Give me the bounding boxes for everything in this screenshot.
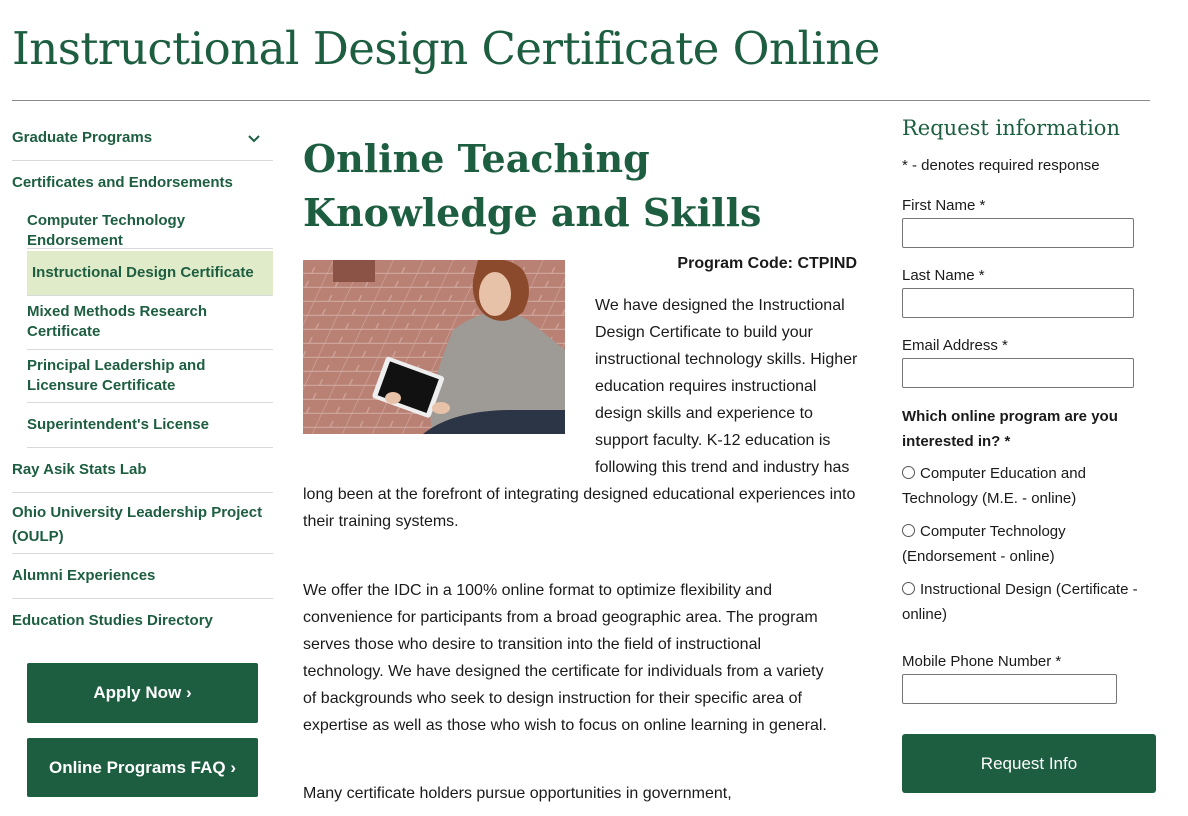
sidebar-item-oulp[interactable]: Ohio University Leadership Project (OULP… <box>12 493 273 554</box>
last-name-label: Last Name * <box>902 267 985 284</box>
last-name-field[interactable] <box>902 288 1134 318</box>
sidebar-item-graduate-programs[interactable]: Graduate Programs <box>12 116 273 161</box>
chevron-down-icon[interactable] <box>245 129 263 147</box>
phone-field[interactable] <box>902 674 1117 704</box>
radio-button[interactable] <box>902 466 915 479</box>
main-heading: Online Teaching Knowledge and Skills <box>303 136 762 235</box>
sidebar-item-instructional-design[interactable]: Instructional Design Certificate <box>27 251 273 296</box>
first-name-field[interactable] <box>902 218 1134 248</box>
sidebar-item-label: Instructional Design Certificate <box>32 264 254 281</box>
sidebar-item-label: Education Studies Directory <box>12 612 213 629</box>
option-label: Instructional Design (Certificate - onli… <box>902 581 1138 623</box>
sidebar-item-label: Graduate Programs <box>12 129 153 146</box>
program-question: Which online program are you interested … <box>902 408 1118 450</box>
sidebar-item-label: Principal Leadership and Licensure Certi… <box>27 357 206 394</box>
first-name-label: First Name * <box>902 197 986 214</box>
sidebar-nav: Graduate Programs Certificates and Endor… <box>12 116 273 644</box>
title-divider <box>12 100 1150 101</box>
form-title: Request information <box>902 116 1120 140</box>
sidebar-item-certificates[interactable]: Certificates and Endorsements <box>12 161 273 205</box>
sidebar-item-stats-lab[interactable]: Ray Asik Stats Lab <box>12 448 273 493</box>
program-option-computer-technology[interactable]: Computer Technology (Endorsement - onlin… <box>902 519 1142 569</box>
sidebar-item-label: Alumni Experiences <box>12 567 156 584</box>
phone-label: Mobile Phone Number * <box>902 653 1062 670</box>
sidebar-item-label: Superintendent's License <box>27 416 209 433</box>
sidebar-item-mixed-methods[interactable]: Mixed Methods Research Certificate <box>27 296 273 350</box>
email-label: Email Address * <box>902 337 1008 354</box>
radio-button[interactable] <box>902 524 915 537</box>
sidebar-item-label: Ohio University Leadership Project (OULP… <box>12 504 263 545</box>
page-title: Instructional Design Certificate Online <box>12 22 880 75</box>
paragraph-format: We offer the IDC in a 100% online format… <box>303 582 827 734</box>
paragraph-careers: Many certificate holders pursue opportun… <box>303 785 732 802</box>
sidebar-item-label: Mixed Methods Research Certificate <box>27 303 208 340</box>
online-programs-faq-button[interactable]: Online Programs FAQ › <box>27 738 258 797</box>
paragraph-intro: We have designed the Instructional Desig… <box>303 292 863 535</box>
sidebar-item-label: Certificates and Endorsements <box>12 174 233 191</box>
request-info-button[interactable]: Request Info <box>902 734 1156 793</box>
sidebar-item-label: Ray Asik Stats Lab <box>12 461 147 478</box>
sidebar-item-principal-leadership[interactable]: Principal Leadership and Licensure Certi… <box>27 350 273 403</box>
sidebar-item-superintendent[interactable]: Superintendent's License <box>27 403 273 448</box>
option-label: Computer Technology (Endorsement - onlin… <box>902 523 1066 565</box>
sidebar-item-label: Computer Technology Endorsement <box>27 212 186 249</box>
option-label: Computer Education and Technology (M.E. … <box>902 465 1086 507</box>
program-option-instructional-design[interactable]: Instructional Design (Certificate - onli… <box>902 577 1142 627</box>
sidebar-subnav: Computer Technology Endorsement Instruct… <box>12 205 273 448</box>
email-field[interactable] <box>902 358 1134 388</box>
required-note: * - denotes required response <box>902 157 1100 174</box>
sidebar-item-alumni[interactable]: Alumni Experiences <box>12 554 273 599</box>
program-option-computer-education[interactable]: Computer Education and Technology (M.E. … <box>902 461 1142 511</box>
radio-button[interactable] <box>902 582 915 595</box>
sidebar-item-computer-technology[interactable]: Computer Technology Endorsement <box>27 205 273 249</box>
sidebar-item-directory[interactable]: Education Studies Directory <box>12 599 273 644</box>
apply-now-button[interactable]: Apply Now › <box>27 663 258 723</box>
program-code: Program Code: CTPIND <box>677 255 857 272</box>
